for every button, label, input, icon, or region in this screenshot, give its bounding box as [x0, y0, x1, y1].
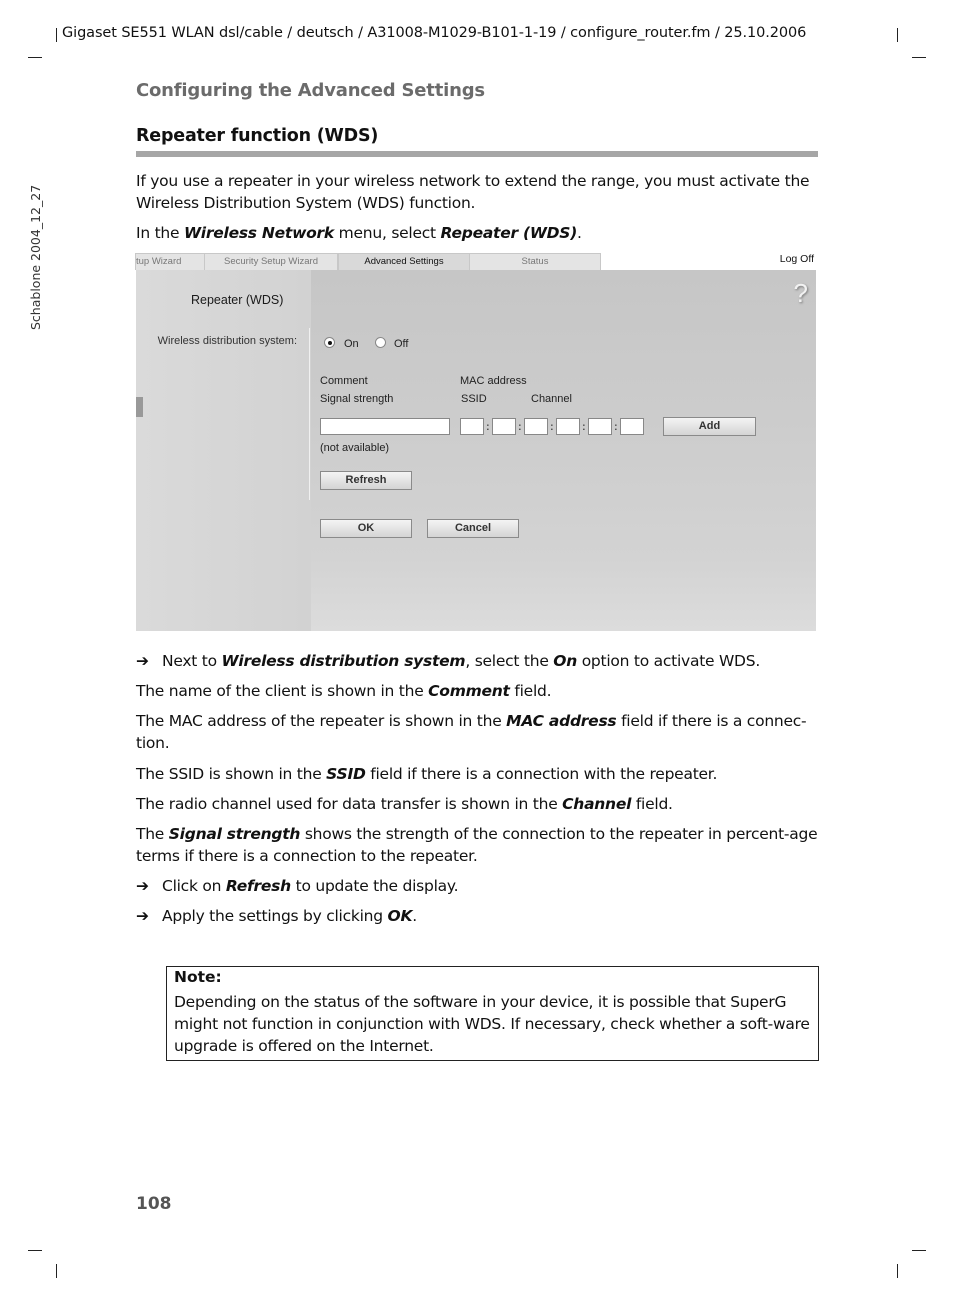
note-box: Note: Depending on the status of the sof…: [166, 966, 819, 1061]
mac-address-header: MAC address: [460, 375, 527, 387]
text: field if there is a connection with the …: [365, 765, 718, 783]
text: The SSID is shown in the: [136, 765, 327, 783]
emphasis: On: [553, 652, 578, 670]
text: .: [577, 224, 582, 242]
template-label: Schablone 2004_12_27: [28, 184, 43, 330]
text: Click on: [162, 877, 226, 895]
text: menu, select: [334, 224, 441, 242]
refresh-button[interactable]: Refresh: [320, 471, 412, 490]
wds-label: Wireless distribution system:: [157, 335, 297, 347]
emphasis: Comment: [428, 682, 510, 700]
settings-panel: Repeater (WDS) ? Wireless distribution s…: [136, 270, 816, 631]
emphasis: Wireless distribution system: [221, 652, 466, 670]
signal-strength-header: Signal strength: [320, 393, 394, 405]
log-off-link[interactable]: Log Off: [780, 253, 814, 265]
emphasis: SSID: [326, 765, 366, 783]
menu-item-name: Repeater (WDS): [440, 224, 578, 242]
arrow-icon: ➔: [136, 907, 149, 925]
mac-octet-1-input[interactable]: [460, 418, 484, 435]
arrow-icon: ➔: [136, 877, 149, 895]
wds-on-radio[interactable]: [324, 337, 335, 348]
help-icon[interactable]: ?: [794, 278, 808, 309]
note-title: Note:: [174, 968, 222, 986]
ok-button[interactable]: OK: [320, 519, 412, 538]
section-title: Repeater function (WDS): [136, 126, 379, 146]
mac-octet-3-input[interactable]: [524, 418, 548, 435]
crop-mark: [912, 1250, 926, 1251]
text: .: [412, 907, 417, 925]
emphasis: OK: [387, 907, 413, 925]
signal-strength-value: (not available): [320, 442, 390, 454]
text: option to activate WDS.: [577, 652, 761, 670]
step-apply: ➔ Apply the settings by clicking OK.: [136, 905, 826, 927]
tab-setup-wizard[interactable]: tup Wizard: [135, 253, 205, 270]
divider: [309, 328, 310, 500]
wds-off-radio[interactable]: [375, 337, 386, 348]
comment-header: Comment: [320, 375, 368, 387]
emphasis: MAC address: [506, 712, 617, 730]
mac-separator: :: [614, 420, 618, 433]
wds-off-label: Off: [394, 338, 409, 350]
tab-status[interactable]: Status: [469, 253, 601, 270]
mac-octet-6-input[interactable]: [620, 418, 644, 435]
text: The name of the client is shown in the: [136, 682, 429, 700]
emphasis: Refresh: [225, 877, 291, 895]
mac-separator: :: [518, 420, 522, 433]
channel-header: Channel: [531, 393, 572, 405]
mac-octet-2-input[interactable]: [492, 418, 516, 435]
signal-explanation: The Signal strength shows the strength o…: [136, 823, 826, 867]
text: The radio channel used for data transfer…: [136, 795, 563, 813]
crop-mark: [28, 1250, 42, 1251]
step-activate-wds: ➔ Next to Wireless distribution system, s…: [136, 650, 826, 672]
crop-mark: [56, 1264, 57, 1278]
crop-mark: [897, 28, 898, 42]
document-header: Gigaset SE551 WLAN dsl/cable / deutsch /…: [62, 25, 807, 41]
tab-bar: tup Wizard Security Setup Wizard Advance…: [135, 253, 816, 271]
comment-explanation: The name of the client is shown in the C…: [136, 680, 826, 702]
text: field.: [631, 795, 673, 813]
tab-advanced-settings[interactable]: Advanced Settings: [338, 253, 470, 271]
emphasis: Channel: [562, 795, 632, 813]
router-ui-screenshot: tup Wizard Security Setup Wizard Advance…: [135, 250, 816, 631]
arrow-icon: ➔: [136, 652, 149, 670]
chapter-title: Configuring the Advanced Settings: [136, 80, 485, 101]
add-button[interactable]: Add: [663, 417, 756, 436]
panel-title: Repeater (WDS): [191, 293, 284, 307]
text: Apply the settings by clicking: [162, 907, 388, 925]
mac-separator: :: [550, 420, 554, 433]
text: In the: [136, 224, 184, 242]
ssid-header: SSID: [461, 393, 487, 405]
section-divider: [136, 151, 818, 157]
crop-mark: [28, 57, 42, 58]
text: field.: [509, 682, 552, 700]
tab-security-setup-wizard[interactable]: Security Setup Wizard: [204, 253, 338, 270]
wds-on-label: On: [344, 338, 359, 350]
crop-mark: [897, 1264, 898, 1278]
mac-separator: :: [486, 420, 490, 433]
step-refresh: ➔ Click on Refresh to update the display.: [136, 875, 826, 897]
menu-instruction: In the Wireless Network menu, select Rep…: [136, 222, 826, 244]
menu-name: Wireless Network: [183, 224, 334, 242]
mac-octet-5-input[interactable]: [588, 418, 612, 435]
intro-paragraph: If you use a repeater in your wireless n…: [136, 172, 810, 212]
crop-mark: [912, 57, 926, 58]
text: Next to: [162, 652, 222, 670]
text: to update the display.: [290, 877, 459, 895]
mac-separator: :: [582, 420, 586, 433]
text: , select the: [465, 652, 554, 670]
text: The MAC address of the repeater is shown…: [136, 712, 507, 730]
mac-explanation: The MAC address of the repeater is shown…: [136, 710, 826, 754]
cancel-button[interactable]: Cancel: [427, 519, 519, 538]
channel-explanation: The radio channel used for data transfer…: [136, 793, 826, 815]
nav-area: [136, 270, 311, 631]
mac-octet-4-input[interactable]: [556, 418, 580, 435]
ssid-explanation: The SSID is shown in the SSID field if t…: [136, 763, 826, 785]
page-number: 108: [136, 1194, 172, 1214]
emphasis: Signal strength: [168, 825, 301, 843]
comment-input[interactable]: [320, 418, 450, 435]
text: The: [136, 825, 169, 843]
scrollbar-thumb[interactable]: [136, 397, 143, 417]
note-body: Depending on the status of the software …: [174, 993, 810, 1055]
crop-mark: [56, 28, 57, 42]
